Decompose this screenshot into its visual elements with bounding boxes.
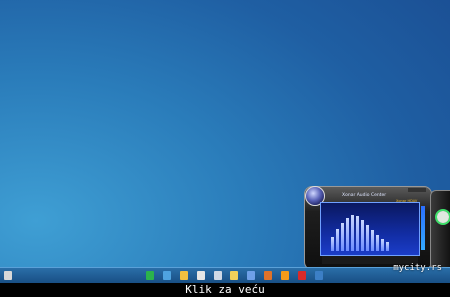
window-icon[interactable]: [197, 271, 205, 280]
eq-bar: [361, 220, 364, 251]
xonar-audio-center-widget[interactable]: Xonar Audio Center Xonar HDAV: [304, 186, 434, 270]
eq-bar: [366, 225, 369, 251]
eq-bar: [381, 239, 384, 251]
eq-bar: [331, 237, 334, 251]
recycle-bin-icon[interactable]: [4, 271, 12, 280]
save-icon[interactable]: [247, 271, 255, 280]
close-red-icon[interactable]: [298, 271, 306, 280]
eq-bar: [376, 235, 379, 251]
firefox-icon[interactable]: [264, 271, 272, 280]
side-gadget[interactable]: [430, 190, 450, 270]
desktop: Xonar Audio Center Xonar HDAV mycity.rs: [0, 0, 450, 283]
taskbar: [0, 267, 450, 283]
eq-bar: [346, 218, 349, 251]
window-controls[interactable]: [408, 188, 426, 192]
eq-bar: [336, 229, 339, 251]
eq-bar: [386, 242, 389, 251]
pen-icon[interactable]: [163, 271, 171, 280]
eq-bar: [356, 216, 359, 251]
program-icon[interactable]: [315, 271, 323, 280]
widget-title: Xonar Audio Center: [342, 193, 387, 198]
equalizer-display: [320, 202, 420, 256]
explorer-icon[interactable]: [230, 271, 238, 280]
eq-bar: [371, 230, 374, 251]
vlc-icon[interactable]: [281, 271, 289, 280]
watermark: mycity.rs: [393, 263, 442, 273]
folder-media-icon[interactable]: [180, 271, 188, 280]
enlarge-caption[interactable]: Klik za veću: [0, 283, 450, 297]
eq-bar: [341, 223, 344, 251]
network-icon[interactable]: [214, 271, 222, 280]
volume-slider[interactable]: [421, 206, 425, 250]
eq-bar: [351, 215, 354, 251]
media-icon[interactable]: [146, 271, 154, 280]
gauge-center-icon: [437, 211, 449, 223]
